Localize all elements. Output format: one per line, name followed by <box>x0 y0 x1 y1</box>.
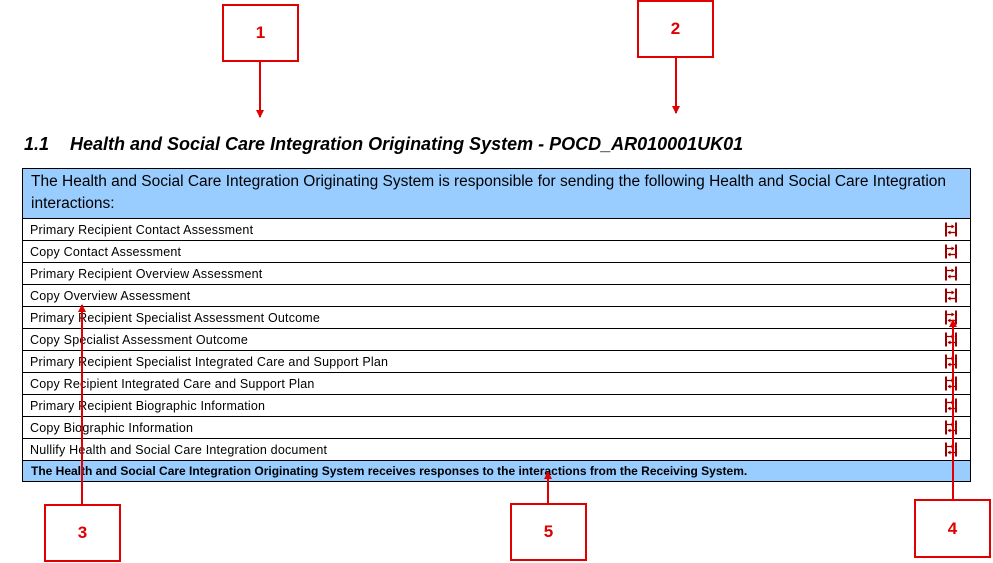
interactions-table: The Health and Social Care Integration O… <box>22 168 971 482</box>
interaction-label: Primary Recipient Biographic Information <box>30 398 266 413</box>
interaction-link-icon[interactable] <box>944 354 958 369</box>
interaction-label: Copy Recipient Integrated Care and Suppo… <box>30 376 315 391</box>
interaction-label: Primary Recipient Contact Assessment <box>30 222 254 237</box>
interaction-link-icon[interactable] <box>944 442 958 457</box>
callout-4: 4 <box>914 499 991 558</box>
interaction-label: Copy Contact Assessment <box>30 244 182 259</box>
table-row: Primary Recipient Specialist Integrated … <box>23 351 970 373</box>
interaction-link-icon[interactable] <box>944 420 958 435</box>
interaction-link-icon[interactable] <box>944 332 958 347</box>
callout-5: 5 <box>510 503 587 561</box>
interaction-link-icon[interactable] <box>944 222 958 237</box>
interaction-label: Copy Overview Assessment <box>30 288 191 303</box>
callout-2: 2 <box>637 0 714 58</box>
table-header: The Health and Social Care Integration O… <box>23 169 970 219</box>
table-footer: The Health and Social Care Integration O… <box>23 461 970 481</box>
callout-1: 1 <box>222 4 299 62</box>
table-rows: Primary Recipient Contact Assessment Copy… <box>23 219 970 461</box>
interaction-link-icon[interactable] <box>944 376 958 391</box>
section-title: Health and Social Care Integration Origi… <box>70 134 744 154</box>
interaction-link-icon[interactable] <box>944 244 958 259</box>
interaction-label: Primary Recipient Specialist Integrated … <box>30 354 389 369</box>
interaction-link-icon[interactable] <box>944 266 958 281</box>
callout-3: 3 <box>44 504 121 562</box>
interaction-link-icon[interactable] <box>944 310 958 325</box>
interaction-label: Copy Biographic Information <box>30 420 194 435</box>
table-row: Nullify Health and Social Care Integrati… <box>23 439 970 461</box>
section-heading: 1.1 Health and Social Care Integration Or… <box>24 134 743 155</box>
table-row: Copy Specialist Assessment Outcome <box>23 329 970 351</box>
interaction-label: Nullify Health and Social Care Integrati… <box>30 442 328 457</box>
table-row: Copy Overview Assessment <box>23 285 970 307</box>
table-row: Copy Biographic Information <box>23 417 970 439</box>
interaction-link-icon[interactable] <box>944 398 958 413</box>
interaction-label: Primary Recipient Specialist Assessment … <box>30 310 321 325</box>
table-row: Primary Recipient Contact Assessment <box>23 219 970 241</box>
table-row: Primary Recipient Specialist Assessment … <box>23 307 970 329</box>
table-row: Primary Recipient Biographic Information <box>23 395 970 417</box>
table-row: Copy Recipient Integrated Care and Suppo… <box>23 373 970 395</box>
interaction-label: Copy Specialist Assessment Outcome <box>30 332 248 347</box>
table-row: Copy Contact Assessment <box>23 241 970 263</box>
interaction-label: Primary Recipient Overview Assessment <box>30 266 263 281</box>
interaction-link-icon[interactable] <box>944 288 958 303</box>
section-number: 1.1 <box>24 134 50 154</box>
table-row: Primary Recipient Overview Assessment <box>23 263 970 285</box>
